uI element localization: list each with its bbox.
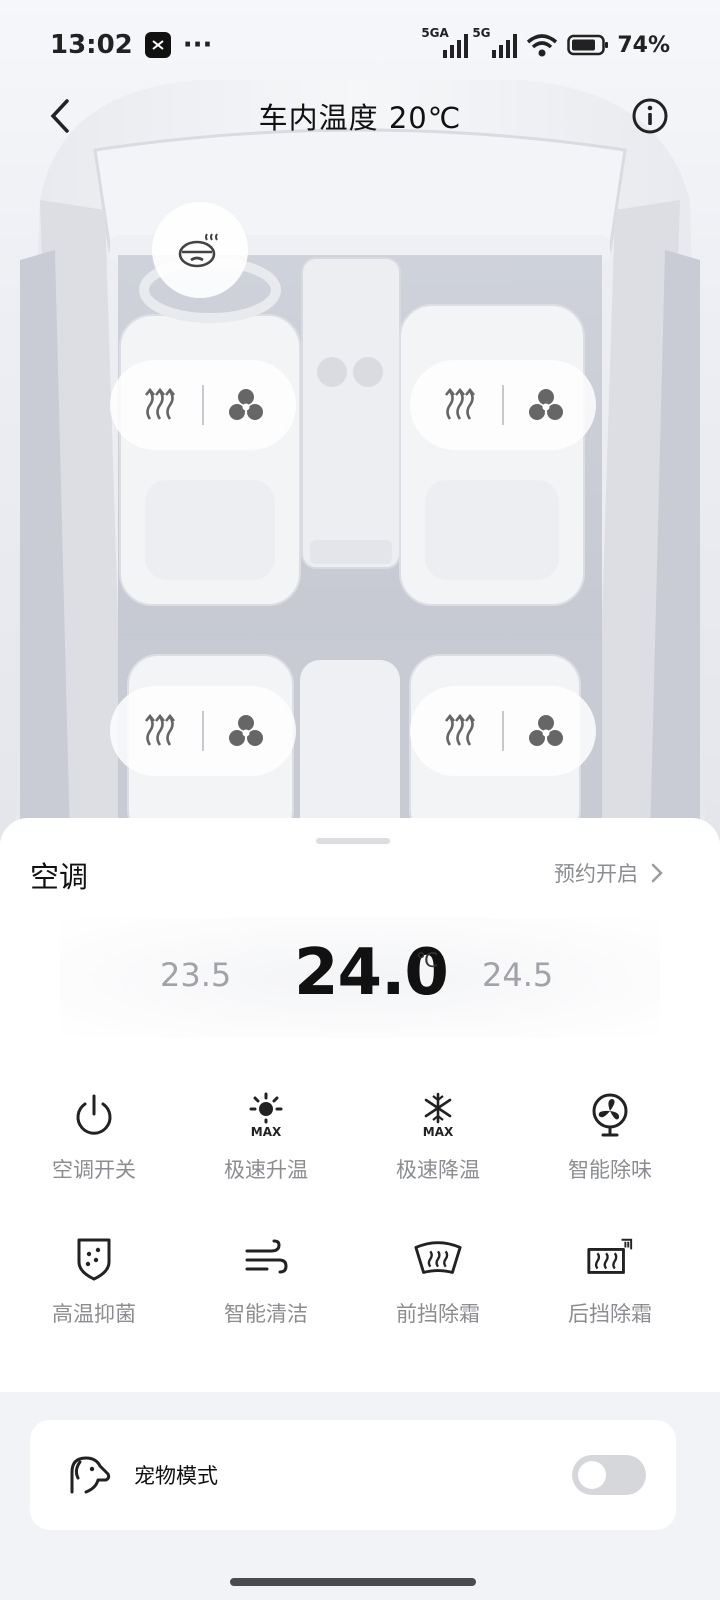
fan-icon — [585, 1090, 635, 1140]
sun-max-icon: MAX — [241, 1090, 291, 1140]
status-bar: 13:02 ··· 5GA 5G 74% — [0, 0, 720, 90]
back-button[interactable] — [38, 94, 82, 138]
battery-percent: 74% — [617, 32, 670, 58]
shield-icon — [69, 1234, 119, 1284]
function-rapid-heat[interactable]: MAX 极速升温 — [180, 1090, 352, 1200]
temp-prev-value[interactable]: 23.5 — [160, 956, 231, 994]
function-label: 空调开关 — [52, 1158, 136, 1182]
seat-control-front-right — [410, 360, 596, 450]
seat-fan-button[interactable] — [224, 383, 268, 427]
svg-text:MAX: MAX — [251, 1125, 282, 1138]
function-rapid-cool[interactable]: MAX 极速降温 — [352, 1090, 524, 1200]
function-label: 极速降温 — [396, 1158, 480, 1182]
signal-5g-icon: 5G — [472, 26, 518, 58]
seat-heat-button[interactable] — [138, 383, 182, 427]
function-label: 智能清洁 — [224, 1302, 308, 1326]
seat-heat-icon — [144, 387, 176, 420]
function-label: 后挡除霜 — [568, 1302, 652, 1326]
seat-control-front-left — [110, 360, 296, 450]
function-label: 极速升温 — [224, 1158, 308, 1182]
wifi-icon — [527, 34, 558, 57]
function-smart-clean[interactable]: 智能清洁 — [180, 1234, 352, 1344]
info-icon — [632, 98, 668, 134]
steering-wheel-heat-button[interactable] — [152, 202, 248, 298]
home-indicator[interactable] — [230, 1578, 476, 1586]
temperature-picker[interactable]: 23.5 24.0 ℃ 24.5 — [60, 918, 660, 1038]
pet-mode-toggle[interactable] — [572, 1455, 646, 1495]
schedule-link[interactable]: 预约开启 — [554, 858, 664, 888]
function-smart-deodorize[interactable]: 智能除味 — [524, 1090, 696, 1200]
steering-wheel-heat-icon — [178, 233, 218, 268]
temp-unit: ℃ — [416, 948, 439, 972]
seat-heat-icon — [144, 713, 176, 746]
rear-defrost-icon — [585, 1234, 635, 1284]
seat-heat-icon — [444, 713, 476, 746]
power-icon — [69, 1090, 119, 1140]
seat-heat-button[interactable] — [438, 709, 482, 753]
battery-icon — [567, 34, 609, 56]
seat-fan-icon — [229, 389, 263, 420]
schedule-label: 预约开启 — [554, 862, 638, 886]
wind-icon — [241, 1234, 291, 1284]
function-high-temp-sterilize[interactable]: 高温抑菌 — [8, 1234, 180, 1344]
status-time: 13:02 — [50, 30, 133, 60]
chevron-right-icon — [651, 863, 663, 883]
function-label: 前挡除霜 — [396, 1302, 480, 1326]
app-notification-icon — [144, 32, 171, 58]
seat-heat-button[interactable] — [438, 383, 482, 427]
sheet-drag-handle[interactable] — [316, 838, 390, 844]
toggle-knob — [578, 1461, 606, 1489]
page-header: 车内温度 20℃ — [0, 88, 720, 144]
seat-heat-icon — [444, 387, 476, 420]
pet-mode-label: 宠物模式 — [134, 1464, 218, 1488]
dog-icon — [70, 1456, 111, 1494]
network1-label: 5GA — [421, 26, 449, 40]
car-view: 13:02 ··· 5GA 5G 74% 车内温度 20℃ — [0, 0, 720, 840]
page-title: 车内温度 20℃ — [258, 101, 462, 135]
signal-5ga-icon: 5GA — [421, 26, 469, 58]
seat-control-rear-left — [110, 686, 296, 776]
pet-mode-card: 宠物模式 — [30, 1420, 676, 1530]
front-defrost-icon — [413, 1234, 463, 1284]
status-more: ··· — [182, 30, 213, 60]
seat-control-rear-right — [410, 686, 596, 776]
seat-heat-button[interactable] — [138, 709, 182, 753]
snow-max-icon: MAX — [413, 1090, 463, 1140]
function-ac-power[interactable]: 空调开关 — [8, 1090, 180, 1200]
function-label: 高温抑菌 — [52, 1302, 136, 1326]
seat-fan-button[interactable] — [524, 709, 568, 753]
status-right: 5GA 5G 74% — [421, 26, 670, 58]
seat-fan-icon — [229, 715, 263, 746]
info-button[interactable] — [628, 94, 672, 138]
temp-next-value[interactable]: 24.5 — [482, 956, 553, 994]
chevron-left-icon — [50, 99, 69, 133]
ac-section-title: 空调 — [30, 860, 89, 894]
seat-fan-icon — [529, 715, 563, 746]
function-front-defrost[interactable]: 前挡除霜 — [352, 1234, 524, 1344]
seat-fan-button[interactable] — [524, 383, 568, 427]
network2-label: 5G — [472, 26, 491, 40]
ac-control-sheet: 空调 预约开启 23.5 24.0 ℃ 24.5 空调开关 MAX 极速升温 M… — [0, 818, 720, 1600]
seat-fan-button[interactable] — [224, 709, 268, 753]
function-label: 智能除味 — [568, 1158, 652, 1182]
svg-text:MAX: MAX — [423, 1125, 454, 1138]
pet-mode-section: 宠物模式 — [0, 1392, 720, 1600]
status-left: 13:02 ··· — [50, 30, 212, 60]
function-rear-defrost[interactable]: 后挡除霜 — [524, 1234, 696, 1344]
seat-fan-icon — [529, 389, 563, 420]
